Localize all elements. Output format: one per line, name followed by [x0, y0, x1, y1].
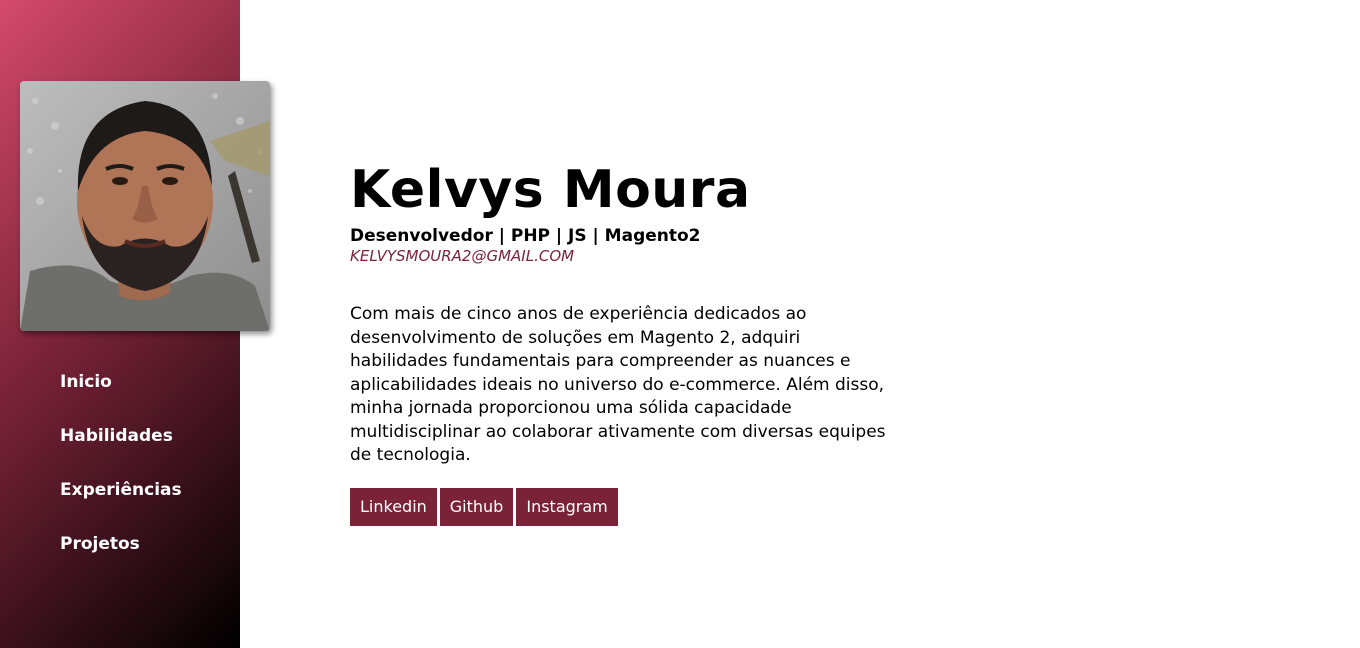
nav-link-habilidades[interactable]: Habilidades	[60, 426, 173, 446]
linkedin-button[interactable]: Linkedin	[350, 487, 437, 526]
nav-link-inicio[interactable]: Inicio	[60, 372, 112, 392]
profile-role: Desenvolvedor | PHP | JS | Magento2	[350, 226, 701, 246]
nav-item-experiencias: Experiências	[60, 470, 182, 524]
nav-item-projetos: Projetos	[60, 524, 182, 578]
nav-link-experiencias[interactable]: Experiências	[60, 480, 182, 500]
github-button[interactable]: Github	[439, 487, 514, 526]
instagram-button[interactable]: Instagram	[516, 487, 618, 526]
main-content: Kelvys Moura Desenvolvedor | PHP | JS | …	[350, 155, 910, 526]
sidebar-nav: Inicio Habilidades Experiências Projetos	[60, 362, 182, 578]
avatar	[20, 81, 270, 331]
profile-bio: Com mais de cinco anos de experiência de…	[350, 304, 886, 465]
email-link[interactable]: KELVYSMOURA2@GMAIL.COM	[350, 247, 910, 265]
profile-name: Kelvys Moura	[350, 160, 751, 220]
profile-photo	[20, 81, 270, 331]
nav-link-projetos[interactable]: Projetos	[60, 534, 140, 554]
nav-item-habilidades: Habilidades	[60, 416, 182, 470]
social-links: Linkedin Github Instagram	[350, 487, 910, 526]
nav-item-inicio: Inicio	[60, 362, 182, 416]
sidebar: Inicio Habilidades Experiências Projetos	[0, 0, 270, 648]
